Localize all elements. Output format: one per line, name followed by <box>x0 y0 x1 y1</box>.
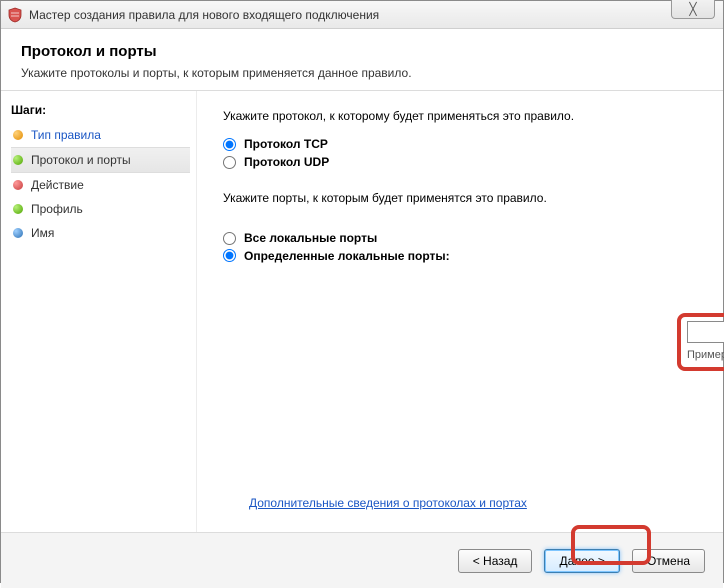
next-button[interactable]: Далее > <box>544 549 620 573</box>
radio-ports-specific[interactable]: Определенные локальные порты: <box>223 249 693 263</box>
radio-tcp-input[interactable] <box>223 138 236 151</box>
ports-input-group: Пример: 80, 443, 5000-5010 <box>687 321 724 361</box>
bullet-icon <box>13 228 23 238</box>
specific-ports-input[interactable] <box>687 321 724 343</box>
bullet-icon <box>13 130 23 140</box>
close-button[interactable]: ╳ <box>671 0 715 19</box>
more-info-link[interactable]: Дополнительные сведения о протоколах и п… <box>249 496 527 510</box>
radio-protocol-tcp[interactable]: Протокол TCP <box>223 137 693 151</box>
radio-all-ports-label: Все локальные порты <box>244 231 377 245</box>
step-label: Профиль <box>31 202 83 216</box>
step-profile[interactable]: Профиль <box>11 197 196 221</box>
page-subtitle: Укажите протоколы и порты, к которым при… <box>21 66 703 80</box>
radio-specific-ports-label: Определенные локальные порты: <box>244 249 450 263</box>
protocol-lead: Укажите протокол, к которому будет приме… <box>223 109 693 123</box>
firewall-icon <box>7 7 23 23</box>
step-label: Имя <box>31 226 54 240</box>
bullet-icon <box>13 180 23 190</box>
steps-sidebar: Шаги: Тип правила Протокол и порты Дейст… <box>1 91 197 532</box>
wizard-window: Мастер создания правила для нового входя… <box>0 0 724 583</box>
step-action[interactable]: Действие <box>11 173 196 197</box>
step-name[interactable]: Имя <box>11 221 196 245</box>
step-label: Протокол и порты <box>31 153 131 167</box>
bullet-icon <box>13 204 23 214</box>
radio-protocol-udp[interactable]: Протокол UDP <box>223 155 693 169</box>
close-icon: ╳ <box>689 2 696 16</box>
radio-ports-all[interactable]: Все локальные порты <box>223 231 693 245</box>
cancel-button[interactable]: Отмена <box>632 549 705 573</box>
ports-example: Пример: 80, 443, 5000-5010 <box>687 349 724 361</box>
radio-udp-input[interactable] <box>223 156 236 169</box>
titlebar: Мастер создания правила для нового входя… <box>1 1 723 29</box>
page-title: Протокол и порты <box>21 43 703 60</box>
step-label: Тип правила <box>31 128 101 142</box>
back-button[interactable]: < Назад <box>458 549 533 573</box>
window-title: Мастер создания правила для нового входя… <box>29 8 379 22</box>
radio-udp-label: Протокол UDP <box>244 155 329 169</box>
steps-heading: Шаги: <box>11 99 196 123</box>
step-rule-type[interactable]: Тип правила <box>11 123 196 147</box>
radio-all-ports-input[interactable] <box>223 232 236 245</box>
step-label: Действие <box>31 178 84 192</box>
content-pane: Укажите протокол, к которому будет приме… <box>197 91 723 532</box>
page-header: Протокол и порты Укажите протоколы и пор… <box>1 29 723 91</box>
bullet-icon <box>13 155 23 165</box>
radio-tcp-label: Протокол TCP <box>244 137 328 151</box>
wizard-footer: < Назад Далее > Отмена <box>1 532 723 588</box>
ports-lead: Укажите порты, к которым будет применятс… <box>223 191 693 205</box>
radio-specific-ports-input[interactable] <box>223 249 236 262</box>
step-protocol-ports[interactable]: Протокол и порты <box>11 147 190 173</box>
